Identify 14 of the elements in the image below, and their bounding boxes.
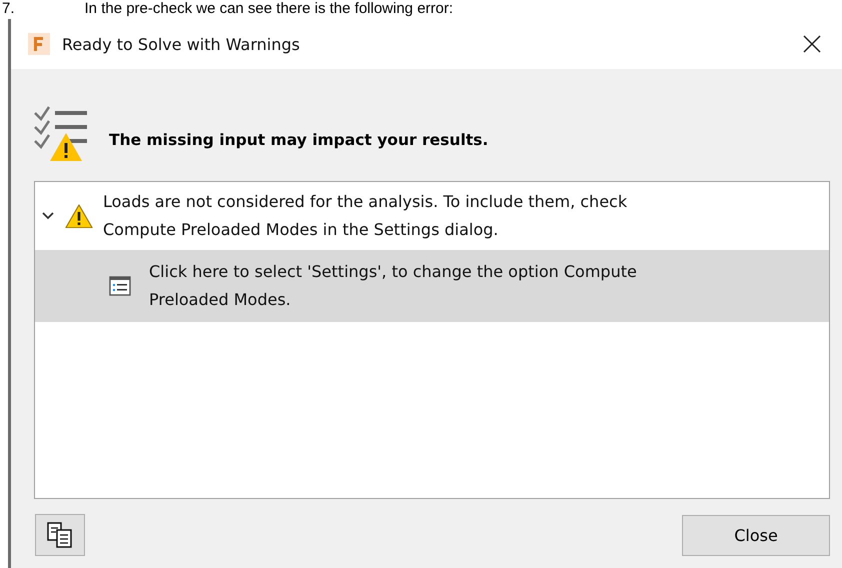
- window-title: Ready to Solve with Warnings: [62, 34, 301, 54]
- list-window-icon: [109, 276, 131, 296]
- warning-message: The missing input may impact your results.: [109, 131, 488, 149]
- document-text: In the pre-check we can see there is the following error:: [84, 0, 454, 18]
- copy-icon: [45, 520, 75, 550]
- issue-text[interactable]: Loads are not considered for the analysis. To include them, check Compute Preloaded Modes in the Settings dialog.: [103, 188, 703, 244]
- settings-link-row[interactable]: Click here to select 'Settings', to change the option Compute Preloaded Modes.: [35, 250, 829, 322]
- app-logo-icon: [28, 33, 50, 55]
- warning-icon: [65, 204, 93, 228]
- close-button[interactable]: Close: [682, 514, 830, 556]
- list-number: 7.: [2, 0, 15, 18]
- chevron-icon[interactable]: [41, 211, 55, 221]
- settings-link-text[interactable]: Click here to select 'Settings', to change the option Compute Preloaded Modes.: [149, 258, 649, 314]
- copy-button[interactable]: [35, 514, 85, 556]
